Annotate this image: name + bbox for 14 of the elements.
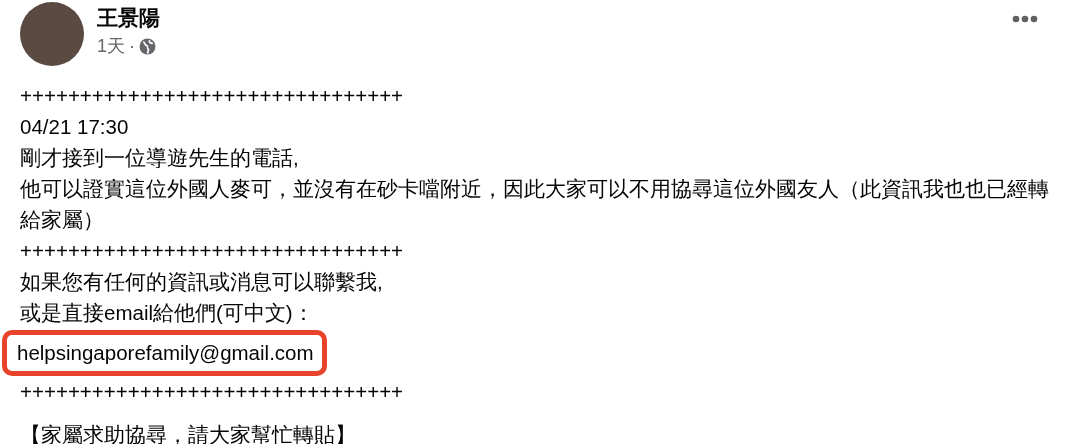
more-options-icon[interactable] — [1012, 15, 1038, 23]
post-text: ++++++++++++++++++++++++++++++++ — [20, 238, 405, 264]
author-name[interactable]: 王景陽 — [97, 4, 160, 32]
post-text: 04/21 17:30 — [20, 114, 130, 140]
globe-icon — [139, 37, 156, 55]
post-text: 剛才接到一位導遊先生的電話, — [20, 145, 300, 171]
email-address: helpsingaporefamily@gmail.com — [17, 341, 314, 364]
separator-dot: · — [129, 35, 135, 57]
post-text: ++++++++++++++++++++++++++++++++ — [20, 379, 405, 405]
post-text: 他可以證實這位外國人麥可，並沒有在砂卡噹附近，因此大家可以不用協尋這位外國友人（此資訊我也也已經轉給家屬） — [20, 176, 1050, 233]
post-time[interactable]: 1天 — [97, 34, 125, 58]
post-text: 或是直接email給他們(可中文)： — [20, 300, 315, 326]
post-text: 如果您有任何的資訊或消息可以聯繫我, — [20, 269, 384, 295]
post-text: ++++++++++++++++++++++++++++++++ — [20, 83, 405, 109]
